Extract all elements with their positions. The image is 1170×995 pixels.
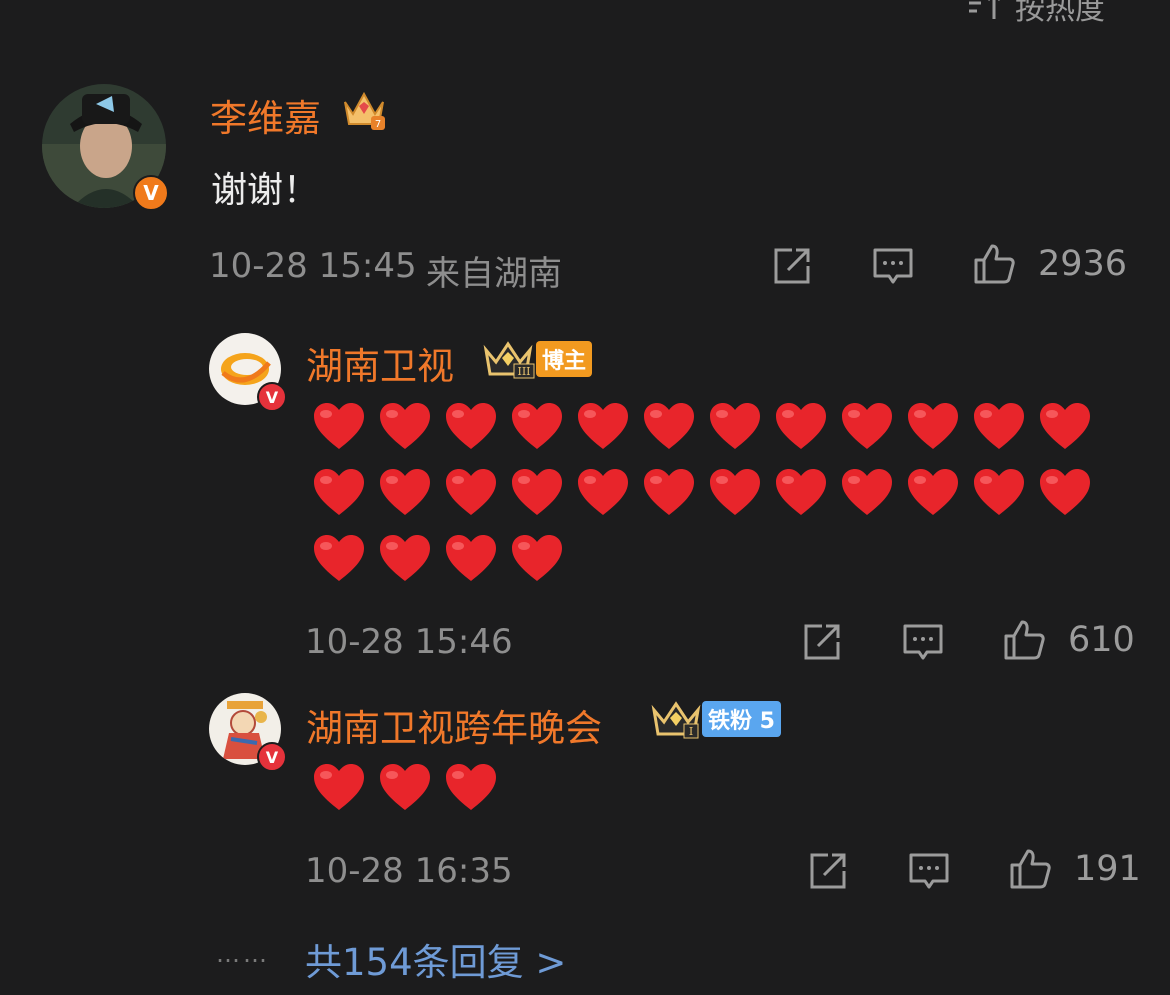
comment-icon xyxy=(909,853,949,889)
like-button[interactable]: 191 xyxy=(1008,847,1141,891)
like-count: 2936 xyxy=(1038,244,1128,284)
comment-text: 谢谢！ xyxy=(211,170,320,211)
crown-icon: III xyxy=(483,341,535,379)
svg-text:I: I xyxy=(689,725,693,738)
divider-dots: …… xyxy=(216,940,270,968)
sort-icon xyxy=(969,0,1000,19)
heart-emoji-icon xyxy=(377,465,433,521)
fan-badge: III 博主 xyxy=(482,338,593,380)
heart-emoji-icon xyxy=(575,399,631,455)
heart-emoji-icon xyxy=(377,760,433,816)
heart-emoji-icon xyxy=(509,465,565,521)
reply-button[interactable] xyxy=(907,849,951,893)
iron-fan-tag: 铁粉 5 xyxy=(702,701,781,737)
comment-icon xyxy=(873,248,913,284)
heart-emoji-icon xyxy=(443,399,499,455)
sort-toggle[interactable]: 按热度 xyxy=(965,0,1105,28)
heart-emoji-icon xyxy=(707,399,763,455)
heart-emoji-icon xyxy=(773,465,829,521)
crown-level-icon: 7 xyxy=(341,88,387,132)
verified-v-icon: V xyxy=(257,742,287,772)
share-button[interactable] xyxy=(806,849,850,893)
heart-emoji-icon xyxy=(905,465,961,521)
heart-emoji-icon xyxy=(905,399,961,455)
heart-emoji-icon xyxy=(443,531,499,587)
view-all-replies-link[interactable]: 共154条回复 > xyxy=(305,932,566,986)
heart-emoji-icon xyxy=(839,465,895,521)
blogger-tag: 博主 xyxy=(536,341,593,377)
verified-v-icon: V xyxy=(257,382,287,412)
heart-emoji-icon xyxy=(443,465,499,521)
svg-text:III: III xyxy=(517,365,530,378)
thumbs-up-icon xyxy=(1010,849,1051,889)
like-count: 610 xyxy=(1068,620,1135,660)
sort-label: 按热度 xyxy=(1015,0,1105,27)
heart-emoji-icon xyxy=(641,465,697,521)
share-button[interactable] xyxy=(800,620,844,664)
heart-emoji-icon xyxy=(971,399,1027,455)
heart-emoji-icon xyxy=(443,760,499,816)
heart-emoji-icon xyxy=(311,465,367,521)
verified-v-icon: V xyxy=(133,175,169,211)
heart-emoji-icon xyxy=(311,399,367,455)
comment-icon xyxy=(903,624,943,660)
heart-emoji-icon xyxy=(575,465,631,521)
share-button[interactable] xyxy=(770,244,814,288)
fan-badge: I 铁粉 5 xyxy=(650,698,781,740)
heart-emoji-icon xyxy=(377,531,433,587)
like-button[interactable]: 2936 xyxy=(972,242,1127,286)
heart-emoji-icon xyxy=(311,531,367,587)
heart-emoji-row xyxy=(311,760,1103,816)
reply-button[interactable] xyxy=(901,620,945,664)
crown-icon: I xyxy=(651,701,701,739)
heart-emoji-icon xyxy=(509,531,565,587)
thumbs-up-icon xyxy=(1004,620,1045,660)
thumbs-up-icon xyxy=(974,244,1015,284)
like-button[interactable]: 610 xyxy=(1002,618,1135,662)
heart-emoji-icon xyxy=(1037,465,1093,521)
reply-time: 10-28 15:46 xyxy=(305,622,513,662)
heart-emoji-icon xyxy=(641,399,697,455)
reply-username[interactable]: 湖南卫视 xyxy=(306,336,454,390)
reply-username[interactable]: 湖南卫视跨年晚会 xyxy=(306,698,602,752)
heart-emoji-icon xyxy=(707,465,763,521)
svg-text:7: 7 xyxy=(375,119,381,130)
share-icon xyxy=(810,853,846,889)
heart-emoji-icon xyxy=(509,399,565,455)
comment-time: 10-28 15:45 xyxy=(209,246,417,286)
heart-emoji-icon xyxy=(971,465,1027,521)
heart-emoji-icon xyxy=(1037,399,1093,455)
comment-location: 来自湖南 xyxy=(426,254,562,294)
reply-button[interactable] xyxy=(871,244,915,288)
username[interactable]: 李维嘉 xyxy=(210,88,321,142)
share-icon xyxy=(774,248,810,284)
heart-emoji-icon xyxy=(311,760,367,816)
like-count: 191 xyxy=(1074,849,1141,889)
heart-emoji-icon xyxy=(377,399,433,455)
heart-emoji-row xyxy=(311,399,1103,587)
heart-emoji-icon xyxy=(773,399,829,455)
heart-emoji-icon xyxy=(839,399,895,455)
reply-time: 10-28 16:35 xyxy=(305,851,513,891)
share-icon xyxy=(804,624,840,660)
